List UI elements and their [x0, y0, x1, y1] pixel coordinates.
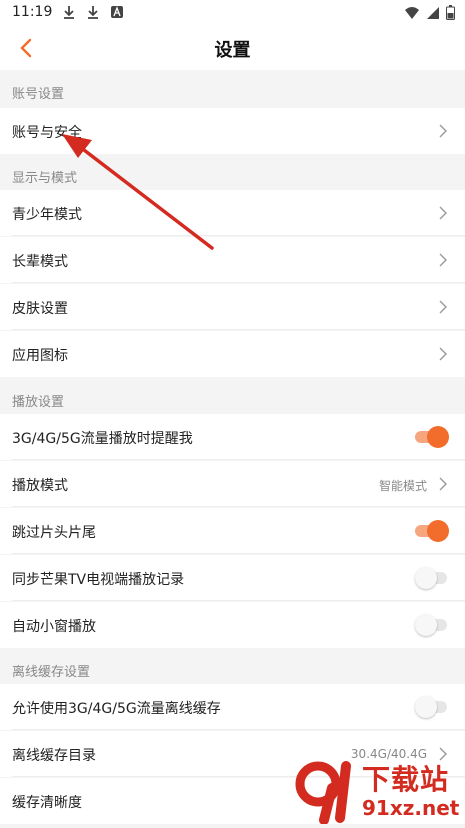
signal-icon — [427, 6, 439, 19]
divider — [12, 282, 465, 283]
chevron-right-icon — [439, 253, 447, 267]
nav-bar: 设置 — [0, 26, 465, 70]
section-title: 离线缓存设置 — [12, 665, 91, 680]
toggle-knob — [415, 696, 437, 718]
row-app-icon[interactable]: 应用图标 — [0, 331, 465, 377]
row-label: 播放模式 — [12, 478, 68, 494]
row-auto-mini-window: 自动小窗播放 — [0, 602, 465, 648]
91-logo-icon — [295, 761, 351, 824]
divider — [12, 329, 465, 330]
section-title: 播放设置 — [12, 395, 65, 410]
row-label: 跳过片头片尾 — [12, 525, 96, 541]
row-skin-settings[interactable]: 皮肤设置 — [0, 284, 465, 330]
section-title: 账号设置 — [12, 87, 65, 102]
divider — [12, 600, 465, 601]
chevron-right-icon — [439, 206, 447, 220]
toggle-knob — [415, 567, 437, 589]
skip-intro-outro-toggle[interactable] — [415, 520, 449, 542]
status-bar: 11:19 — [0, 0, 465, 26]
chevron-right-icon — [439, 124, 447, 138]
row-mobile-data-alert: 3G/4G/5G流量播放时提醒我 — [0, 414, 465, 460]
row-offline-mobile-data: 允许使用3G/4G/5G流量离线缓存 — [0, 684, 465, 730]
toggle-knob — [427, 426, 449, 448]
row-teen-mode[interactable]: 青少年模式 — [0, 190, 465, 236]
auto-mini-window-toggle[interactable] — [415, 614, 449, 636]
chevron-right-icon — [439, 300, 447, 314]
row-label: 同步芒果TV电视端播放记录 — [12, 572, 185, 588]
row-label: 3G/4G/5G流量播放时提醒我 — [12, 431, 193, 447]
row-play-mode[interactable]: 播放模式 智能模式 — [0, 461, 465, 507]
mobile-data-alert-toggle[interactable] — [415, 426, 449, 448]
status-icons-left — [62, 5, 124, 19]
battery-icon — [446, 5, 455, 20]
row-label: 自动小窗播放 — [12, 619, 96, 635]
toggle-knob — [415, 614, 437, 636]
divider — [12, 506, 465, 507]
divider — [12, 729, 465, 730]
row-label: 皮肤设置 — [12, 301, 68, 317]
divider — [12, 459, 465, 460]
row-value: 智能模式 — [378, 479, 427, 493]
section-header-playback: 播放设置 — [0, 380, 465, 416]
watermark-text: 下载站 — [362, 763, 450, 796]
offline-mobile-data-toggle[interactable] — [415, 696, 449, 718]
row-label: 青少年模式 — [12, 207, 82, 223]
status-icons-right — [404, 5, 455, 20]
row-label: 离线缓存目录 — [12, 748, 96, 764]
row-account-security[interactable]: 账号与安全 — [0, 108, 465, 154]
divider — [12, 235, 465, 236]
watermark-url: 91xz.net — [362, 796, 460, 820]
row-label: 账号与安全 — [12, 125, 82, 141]
sync-tv-history-toggle[interactable] — [415, 567, 449, 589]
wifi-icon — [405, 6, 419, 19]
row-sync-tv-history: 同步芒果TV电视端播放记录 — [0, 555, 465, 601]
app-a-icon — [111, 6, 123, 18]
section-header-offline: 离线缓存设置 — [0, 650, 465, 686]
row-elder-mode[interactable]: 长辈模式 — [0, 237, 465, 283]
row-label: 允许使用3G/4G/5G流量离线缓存 — [12, 701, 221, 717]
divider — [12, 553, 465, 554]
download-icon — [64, 6, 74, 19]
section-title: 显示与模式 — [12, 171, 78, 186]
section-header-display: 显示与模式 — [0, 156, 465, 192]
row-label: 长辈模式 — [12, 254, 68, 270]
row-label: 缓存清晰度 — [12, 795, 82, 811]
status-time: 11:19 — [12, 4, 53, 20]
chevron-right-icon — [439, 347, 447, 361]
chevron-right-icon — [439, 477, 447, 491]
watermark: 下载站 91xz.net — [290, 750, 465, 828]
toggle-knob — [427, 520, 449, 542]
row-skip-intro-outro: 跳过片头片尾 — [0, 508, 465, 554]
section-header-account: 账号设置 — [0, 72, 465, 108]
row-label: 应用图标 — [12, 348, 68, 364]
download-icon — [88, 6, 98, 19]
page-title: 设置 — [214, 40, 251, 61]
